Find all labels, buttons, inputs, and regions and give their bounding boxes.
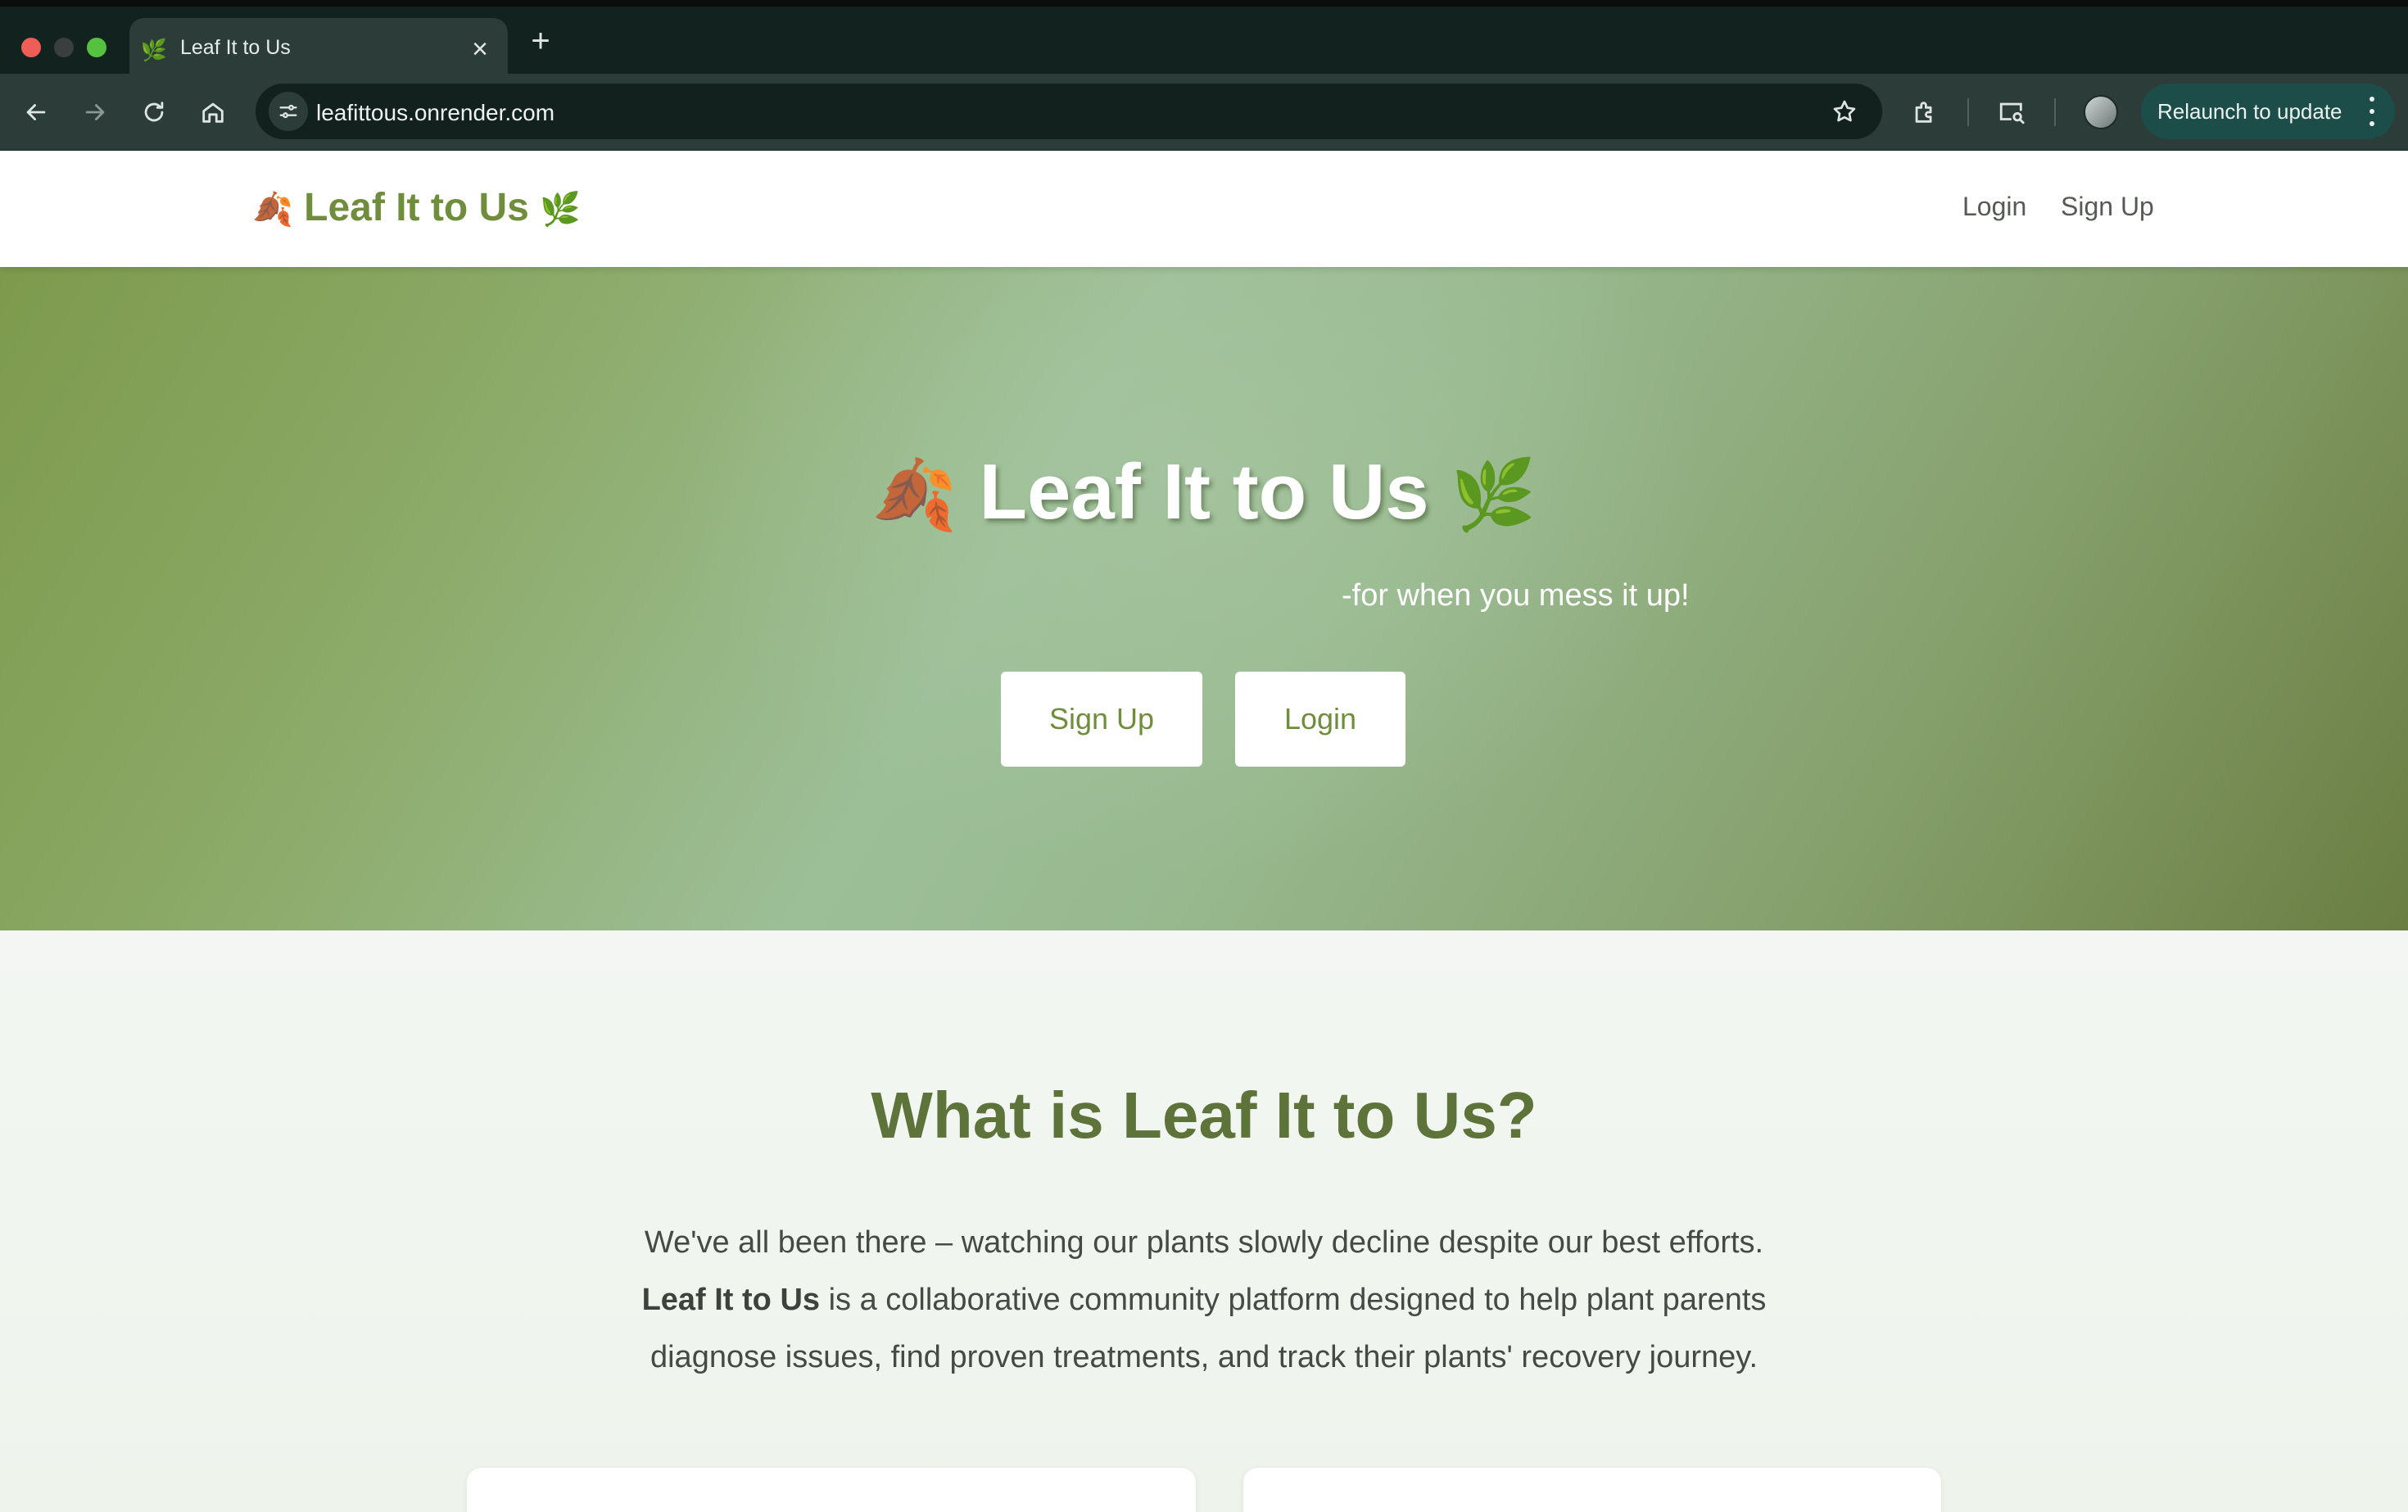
- toolbar-separator: [2054, 98, 2056, 126]
- window-top-edge: [0, 0, 2408, 7]
- tab-bar: 🌿 Leaf It to Us × +: [0, 7, 2408, 80]
- maximize-window-button[interactable]: [87, 38, 106, 57]
- hero-tagline: -for when you mess it up!: [1342, 578, 1690, 613]
- reload-icon[interactable]: [134, 93, 174, 132]
- herb-icon: 🌿: [540, 192, 581, 228]
- fallen-leaf-icon: 🍂: [252, 192, 293, 228]
- about-line-3: diagnose issues, find proven treatments,…: [650, 1340, 1758, 1374]
- about-paragraph: We've all been there – watching our plan…: [590, 1214, 1818, 1386]
- hero-login-button[interactable]: Login: [1235, 672, 1405, 767]
- about-brand-bold: Leaf It to Us: [641, 1283, 821, 1317]
- feature-card: [467, 1468, 1196, 1512]
- more-icon[interactable]: [2364, 97, 2380, 126]
- brand-logo[interactable]: 🍂 Leaf It to Us 🌿: [252, 185, 581, 230]
- extensions-icon[interactable]: [1905, 93, 1944, 132]
- hero-title: 🍂 Leaf It to Us 🌿: [0, 447, 2408, 537]
- about-section: What is Leaf It to Us? We've all been th…: [0, 930, 2408, 1512]
- hero-signup-button[interactable]: Sign Up: [1001, 672, 1202, 767]
- brand-text: Leaf It to Us: [304, 186, 529, 229]
- forward-icon[interactable]: [75, 93, 115, 132]
- star-icon[interactable]: [1825, 92, 1864, 131]
- about-line-2: is a collaborative community platform de…: [820, 1283, 1767, 1317]
- nav-signup-link[interactable]: Sign Up: [2061, 192, 2154, 222]
- site-info-icon[interactable]: [269, 92, 308, 131]
- home-icon[interactable]: [193, 93, 233, 132]
- toolbar-separator: [1967, 98, 1969, 126]
- tab-search-icon[interactable]: [1992, 93, 2031, 132]
- close-tab-icon[interactable]: ×: [464, 33, 496, 66]
- close-window-button[interactable]: [21, 38, 41, 57]
- nav-login-link[interactable]: Login: [1962, 192, 2026, 222]
- tab-favicon-icon: 🌿: [140, 38, 168, 62]
- herb-icon: 🌿: [1451, 456, 1537, 533]
- about-heading: What is Leaf It to Us?: [871, 1079, 1537, 1152]
- tab-title: Leaf It to Us: [180, 36, 291, 59]
- relaunch-label: Relaunch to update: [2157, 98, 2342, 124]
- browser-tab[interactable]: 🌿 Leaf It to Us ×: [129, 18, 508, 80]
- new-tab-icon[interactable]: +: [524, 25, 557, 57]
- feature-card: [1243, 1468, 1941, 1512]
- minimize-window-button[interactable]: [54, 38, 74, 57]
- about-line-1: We've all been there – watching our plan…: [644, 1225, 1764, 1260]
- back-icon[interactable]: [16, 93, 56, 132]
- hero-section: 🍂 Leaf It to Us 🌿 -for when you mess it …: [0, 267, 2408, 930]
- hero-title-text: Leaf It to Us: [979, 448, 1429, 536]
- profile-avatar[interactable]: [2084, 95, 2118, 129]
- url-text: leafittous.onrender.com: [316, 100, 555, 125]
- fallen-leaf-icon: 🍂: [871, 456, 957, 533]
- site-navbar: 🍂 Leaf It to Us 🌿 Login Sign Up: [0, 151, 2408, 267]
- address-bar[interactable]: leafittous.onrender.com: [256, 84, 1882, 139]
- browser-toolbar: leafittous.onrender.com Relaunch to upda…: [0, 74, 2408, 151]
- relaunch-button[interactable]: Relaunch to update: [2141, 84, 2395, 139]
